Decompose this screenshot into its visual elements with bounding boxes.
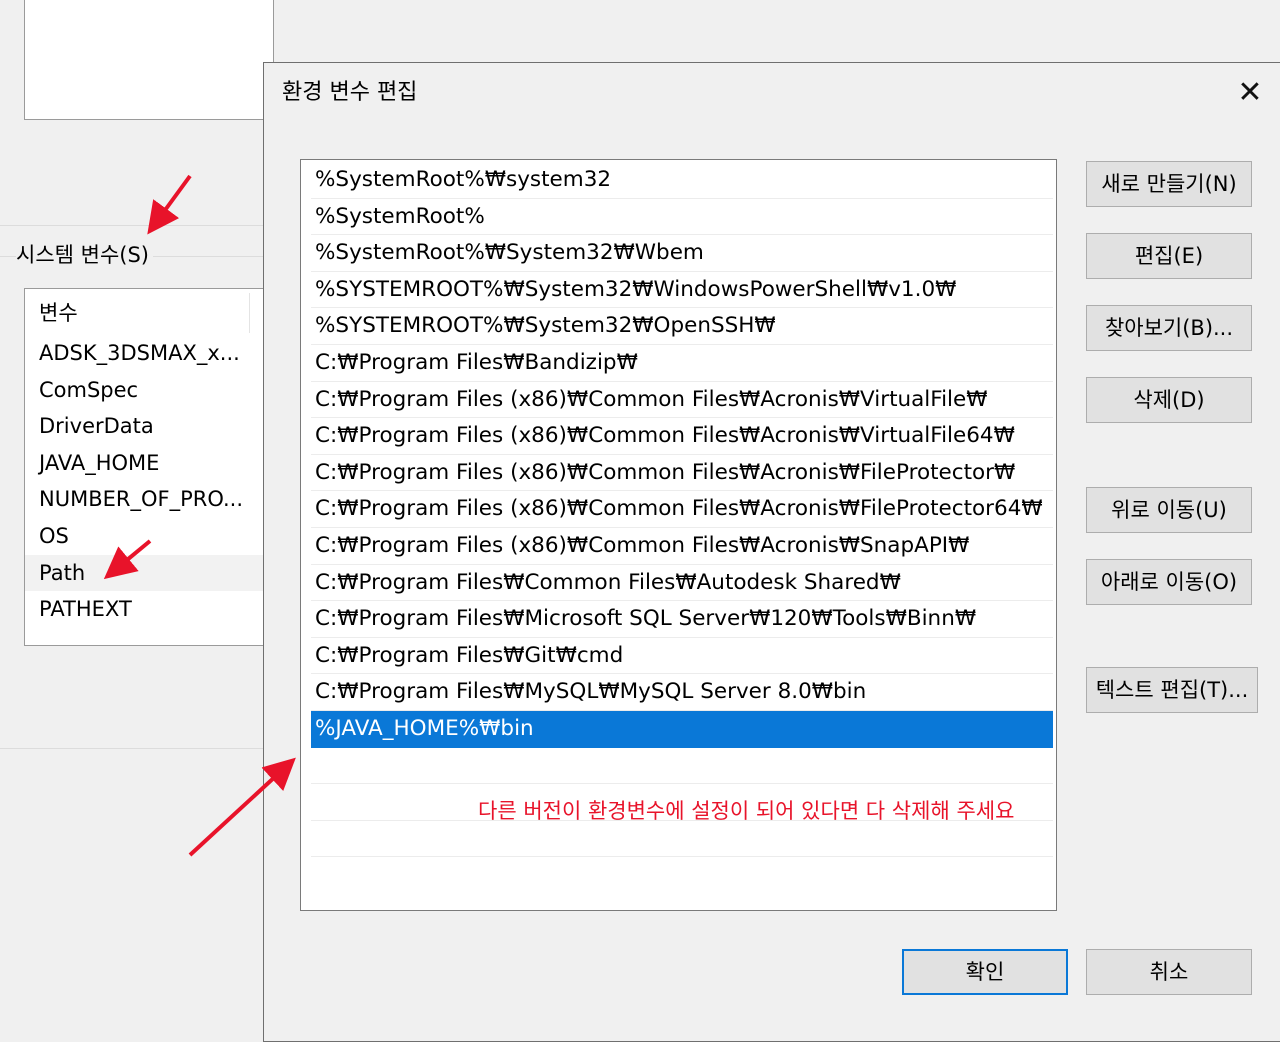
list-item[interactable]: ADSK_3DSMAX_x... [25, 335, 273, 372]
list-item[interactable]: C:₩Program Files (x86)₩Common Files₩Acro… [311, 455, 1053, 492]
arrow-to-system-variables [147, 174, 192, 235]
delete-button[interactable]: 삭제(D) [1086, 377, 1252, 423]
divider [0, 225, 264, 226]
move-down-button[interactable]: 아래로 이동(O) [1086, 559, 1252, 605]
list-item[interactable]: ComSpec [25, 372, 273, 409]
list-item[interactable]: C:₩Program Files (x86)₩Common Files₩Acro… [311, 528, 1053, 565]
edit-text-button[interactable]: 텍스트 편집(T)... [1086, 667, 1258, 713]
browse-button[interactable]: 찾아보기(B)... [1086, 305, 1252, 351]
list-item[interactable]: C:₩Program Files₩Microsoft SQL Server₩12… [311, 601, 1053, 638]
list-item[interactable]: C:₩Program Files₩Common Files₩Autodesk S… [311, 565, 1053, 602]
variable-column-label: 변수 [39, 301, 78, 325]
list-item[interactable]: %SYSTEMROOT%₩System32₩WindowsPowerShell₩… [311, 272, 1053, 309]
variable-column-header[interactable]: 변수 [25, 289, 273, 335]
system-variables-list[interactable]: 변수 ADSK_3DSMAX_x... ComSpec DriverData J… [24, 288, 274, 646]
list-item-path[interactable]: Path [25, 554, 273, 592]
list-item[interactable]: DriverData [25, 408, 273, 445]
list-item[interactable]: C:₩Program Files (x86)₩Common Files₩Acro… [311, 491, 1053, 528]
list-item[interactable]: C:₩Program Files₩MySQL₩MySQL Server 8.0₩… [311, 674, 1053, 711]
divider [0, 748, 264, 749]
move-up-button[interactable]: 위로 이동(U) [1086, 487, 1252, 533]
system-variables-group-label: 시스템 변수(S) [16, 240, 153, 270]
edit-button[interactable]: 편집(E) [1086, 233, 1252, 279]
list-item-empty[interactable] [311, 748, 1053, 785]
list-item[interactable]: C:₩Program Files₩Git₩cmd [311, 638, 1053, 675]
edit-environment-variable-dialog: 환경 변수 편집 ✕ %SystemRoot%₩system32 %System… [263, 62, 1280, 1042]
list-item-partial[interactable] [25, 628, 273, 645]
list-item[interactable]: NUMBER_OF_PRO... [25, 481, 273, 518]
list-item[interactable]: %SYSTEMROOT%₩System32₩OpenSSH₩ [311, 308, 1053, 345]
list-item[interactable]: %SystemRoot%₩System32₩Wbem [311, 235, 1053, 272]
close-icon[interactable]: ✕ [1230, 73, 1270, 113]
list-item[interactable]: C:₩Program Files (x86)₩Common Files₩Acro… [311, 382, 1053, 419]
annotation-note: 다른 버전이 환경변수에 설정이 되어 있다면 다 삭제해 주세요 [478, 799, 1015, 823]
column-separator [249, 293, 250, 333]
list-item[interactable]: JAVA_HOME [25, 445, 273, 482]
list-item[interactable]: %SystemRoot%₩system32 [311, 162, 1053, 199]
list-item[interactable]: C:₩Program Files₩Bandizip₩ [311, 345, 1053, 382]
new-button[interactable]: 새로 만들기(N) [1086, 161, 1252, 207]
list-item[interactable]: OS [25, 518, 273, 555]
dialog-title: 환경 변수 편집 [282, 80, 418, 105]
ok-button[interactable]: 확인 [902, 949, 1068, 995]
list-item[interactable]: %SystemRoot% [311, 199, 1053, 236]
list-item-selected[interactable]: %JAVA_HOME%₩bin [311, 711, 1053, 748]
list-item[interactable]: PATHEXT [25, 591, 273, 628]
list-item-empty[interactable] [311, 821, 1053, 858]
user-variables-list [24, 0, 274, 120]
list-item[interactable]: C:₩Program Files (x86)₩Common Files₩Acro… [311, 418, 1053, 455]
cancel-button[interactable]: 취소 [1086, 949, 1252, 995]
